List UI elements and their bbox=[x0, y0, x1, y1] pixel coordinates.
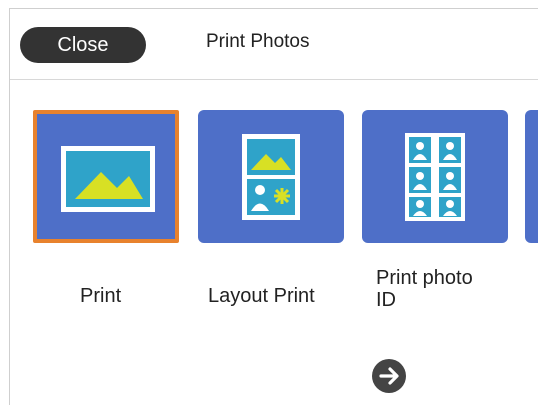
option-photo-id-label[interactable]: Print photo ID bbox=[376, 267, 473, 311]
option-layout-print-label[interactable]: Layout Print bbox=[208, 285, 315, 308]
next-page-button[interactable] bbox=[372, 359, 406, 393]
single-photo-icon bbox=[61, 146, 155, 212]
page-title: Print Photos bbox=[206, 31, 310, 52]
photo-id-icon bbox=[405, 133, 465, 221]
close-button[interactable]: Close bbox=[20, 27, 146, 63]
option-photo-id-tile[interactable] bbox=[362, 110, 508, 243]
option-print-label[interactable]: Print bbox=[80, 285, 121, 308]
layout-print-icon bbox=[242, 134, 300, 220]
print-photos-screen: Close Print Photos Print Layout Print Pr… bbox=[9, 8, 538, 405]
arrow-right-icon bbox=[379, 367, 399, 385]
option-photo-id-label-line2: ID bbox=[376, 289, 396, 311]
header-bar: Close Print Photos bbox=[10, 9, 538, 80]
option-print-tile[interactable] bbox=[33, 110, 179, 243]
option-photo-id-label-line1: Print photo bbox=[376, 267, 473, 289]
option-layout-print-tile[interactable] bbox=[198, 110, 344, 243]
option-next-tile-partial[interactable] bbox=[525, 110, 538, 243]
